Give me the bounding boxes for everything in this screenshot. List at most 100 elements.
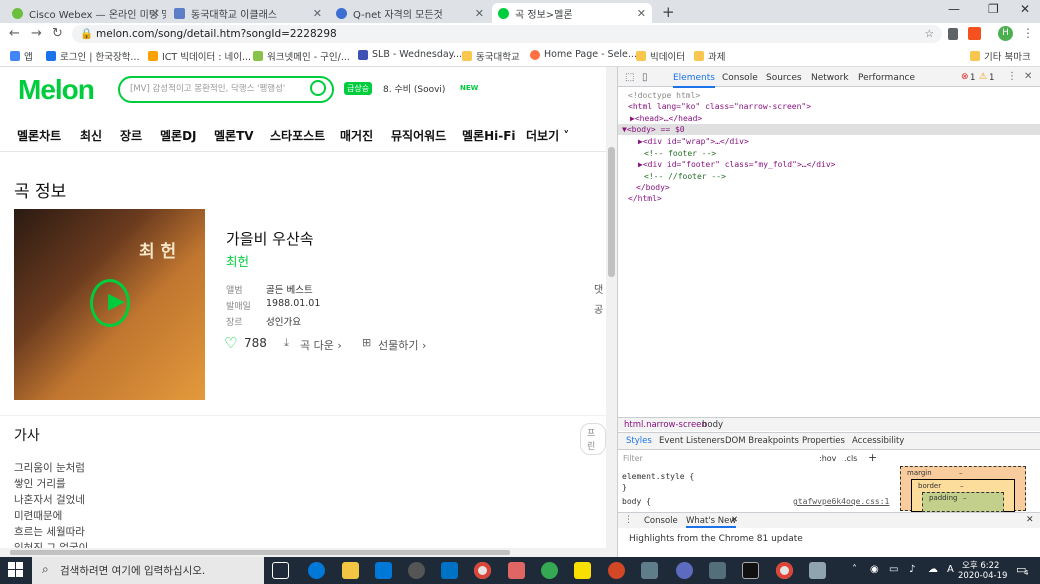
tab-properties[interactable]: Properties (802, 436, 845, 446)
tab-dom-breakpoints[interactable]: DOM Breakpoints (725, 436, 799, 446)
bookmark-item[interactable]: 로그인 | 한국장학... (46, 49, 139, 63)
album-cover[interactable]: 최 헌 ▶ (14, 209, 205, 400)
tab-network[interactable]: Network (811, 73, 849, 83)
clock-date[interactable]: 2020-04-19 (958, 571, 1007, 581)
powerpoint-icon[interactable] (608, 562, 625, 579)
drawer-menu-icon[interactable]: ⋮ (624, 515, 633, 525)
app-icon[interactable] (541, 562, 558, 579)
dom-footer[interactable]: ▶<div id="footer" class="my_fold">…</div… (638, 160, 835, 169)
horizontal-scrollbar[interactable] (0, 548, 606, 557)
avatar[interactable]: H (998, 26, 1013, 41)
styles-filter-input[interactable]: Filter (620, 454, 810, 466)
gift-button[interactable]: 선물하기 › (378, 337, 426, 353)
nav-more[interactable]: 더보기 ˅ (526, 127, 569, 144)
close-icon[interactable]: ✕ (731, 515, 738, 525)
meta-value-album[interactable]: 골든 베스트 (266, 282, 313, 296)
body-rule[interactable]: body { (622, 497, 651, 506)
bookmark-folder[interactable]: 과제 (694, 49, 725, 63)
nav-latest[interactable]: 최신 (80, 127, 102, 144)
nav-award[interactable]: 뮤직어워드 (391, 127, 446, 144)
network-icon[interactable]: ▭ (889, 564, 898, 575)
edge-icon[interactable] (308, 562, 325, 579)
close-icon[interactable]: ✕ (637, 7, 646, 20)
inspect-icon[interactable]: ⬚ (625, 72, 634, 83)
heart-icon[interactable]: ♡ (224, 334, 237, 352)
chrome-icon[interactable] (474, 562, 491, 579)
app-icon[interactable] (641, 562, 658, 579)
close-devtools-icon[interactable]: ✕ (1024, 71, 1032, 82)
device-icon[interactable]: ▯ (642, 72, 648, 83)
tab-melon[interactable]: 곡 정보>멜론 ✕ (492, 3, 652, 23)
chrome-icon[interactable] (776, 562, 793, 579)
tab-event-listeners[interactable]: Event Listeners (659, 436, 725, 446)
melon-logo[interactable]: Melon (18, 74, 95, 106)
tab-performance[interactable]: Performance (858, 73, 915, 83)
terminal-icon[interactable] (742, 562, 759, 579)
drawer-tab-whats-new[interactable]: What's New (686, 516, 737, 528)
windows-start-icon[interactable] (8, 562, 23, 577)
app-tray-icon[interactable]: ◉ (870, 564, 879, 575)
mail-icon[interactable] (441, 562, 458, 579)
search-icon[interactable] (310, 80, 326, 96)
settings-icon[interactable] (408, 562, 425, 579)
rank-text[interactable]: 8. 수비 (Soovi) (383, 82, 445, 95)
ime-indicator[interactable]: A (947, 564, 954, 575)
bookmark-item[interactable]: Home Page - Sele... (530, 49, 637, 60)
artist-link[interactable]: 최헌 (226, 251, 249, 270)
bookmark-apps[interactable]: 앱 (10, 49, 33, 63)
nav-tv[interactable]: 멜론TV (214, 127, 254, 144)
restore-button[interactable]: ❐ (988, 2, 999, 16)
app-icon[interactable] (809, 562, 826, 579)
close-drawer-icon[interactable]: ✕ (1026, 515, 1034, 525)
task-view-icon[interactable] (272, 562, 289, 579)
cls-toggle[interactable]: .cls (844, 454, 857, 463)
search-input[interactable]: [MV] 감성적이고 몽환적인, 닥행스 '펭행성' (118, 76, 334, 103)
tab-webex[interactable]: Cisco Webex — 온라인 미팅 및 ✕ (6, 3, 166, 23)
dom-html[interactable]: <html lang="ko" class="narrow-screen"> (628, 102, 811, 111)
nav-dj[interactable]: 멜론DJ (160, 127, 197, 144)
print-button[interactable]: 프린 (580, 423, 606, 455)
taskbar-search-input[interactable]: ⌕ 검색하려면 여기에 입력하십시오. (32, 557, 264, 584)
extension-icon[interactable] (968, 27, 981, 40)
nav-genre[interactable]: 장르 (120, 127, 142, 144)
file-explorer-icon[interactable] (342, 562, 359, 579)
star-icon[interactable]: ☆ (925, 25, 934, 43)
close-window-button[interactable]: ✕ (1020, 2, 1030, 16)
tab-sources[interactable]: Sources (766, 73, 802, 83)
whats-new-text[interactable]: Highlights from the Chrome 81 update (629, 534, 803, 544)
nav-starpost[interactable]: 스타포스트 (270, 127, 325, 144)
chevron-up-icon[interactable]: ˄ (852, 564, 857, 575)
tab-elements[interactable]: Elements (673, 73, 715, 88)
clock-time[interactable]: 오후 6:22 (962, 559, 999, 571)
reload-icon[interactable]: ↻ (52, 26, 63, 41)
menu-icon[interactable]: ⋮ (1022, 26, 1034, 40)
app-icon[interactable] (508, 562, 525, 579)
app-icon[interactable] (709, 562, 726, 579)
breadcrumb-body[interactable]: body (702, 420, 723, 430)
tab-styles[interactable]: Styles (626, 436, 652, 446)
back-icon[interactable]: ← (9, 26, 20, 41)
nav-chart[interactable]: 멜론차트 (17, 127, 61, 144)
new-tab-button[interactable]: + (662, 3, 675, 21)
kakaotalk-icon[interactable] (574, 562, 591, 579)
tab-accessibility[interactable]: Accessibility (852, 436, 904, 446)
extension-icon[interactable] (948, 28, 958, 40)
error-icon[interactable]: ⊗ (961, 72, 969, 82)
tab-console[interactable]: Console (722, 73, 758, 83)
bookmark-item[interactable]: 워크넷메인 - 구인/... (253, 49, 350, 63)
dom-body[interactable]: ▼<body> == $0 (622, 125, 685, 134)
address-bar[interactable]: 🔒 melon.com/song/detail.htm?songId=22282… (72, 25, 942, 43)
r-icon[interactable] (676, 562, 693, 579)
bookmark-item[interactable]: ICT 빅데이터 : 네이... (148, 49, 251, 63)
onedrive-icon[interactable]: ☁ (928, 564, 938, 575)
close-icon[interactable]: ✕ (313, 7, 322, 20)
hov-toggle[interactable]: :hov (819, 454, 836, 463)
bookmark-folder[interactable]: 빅데이터 (636, 49, 685, 63)
dom-head[interactable]: ▶<head>…</head> (630, 114, 702, 123)
minimize-button[interactable]: — (948, 2, 960, 16)
nav-hifi[interactable]: 멜론Hi-Fi (462, 127, 516, 144)
store-icon[interactable] (375, 562, 392, 579)
scrollbar-thumb[interactable] (10, 550, 510, 555)
nav-magazine[interactable]: 매거진 (340, 127, 373, 144)
close-icon[interactable]: ✕ (475, 7, 484, 20)
